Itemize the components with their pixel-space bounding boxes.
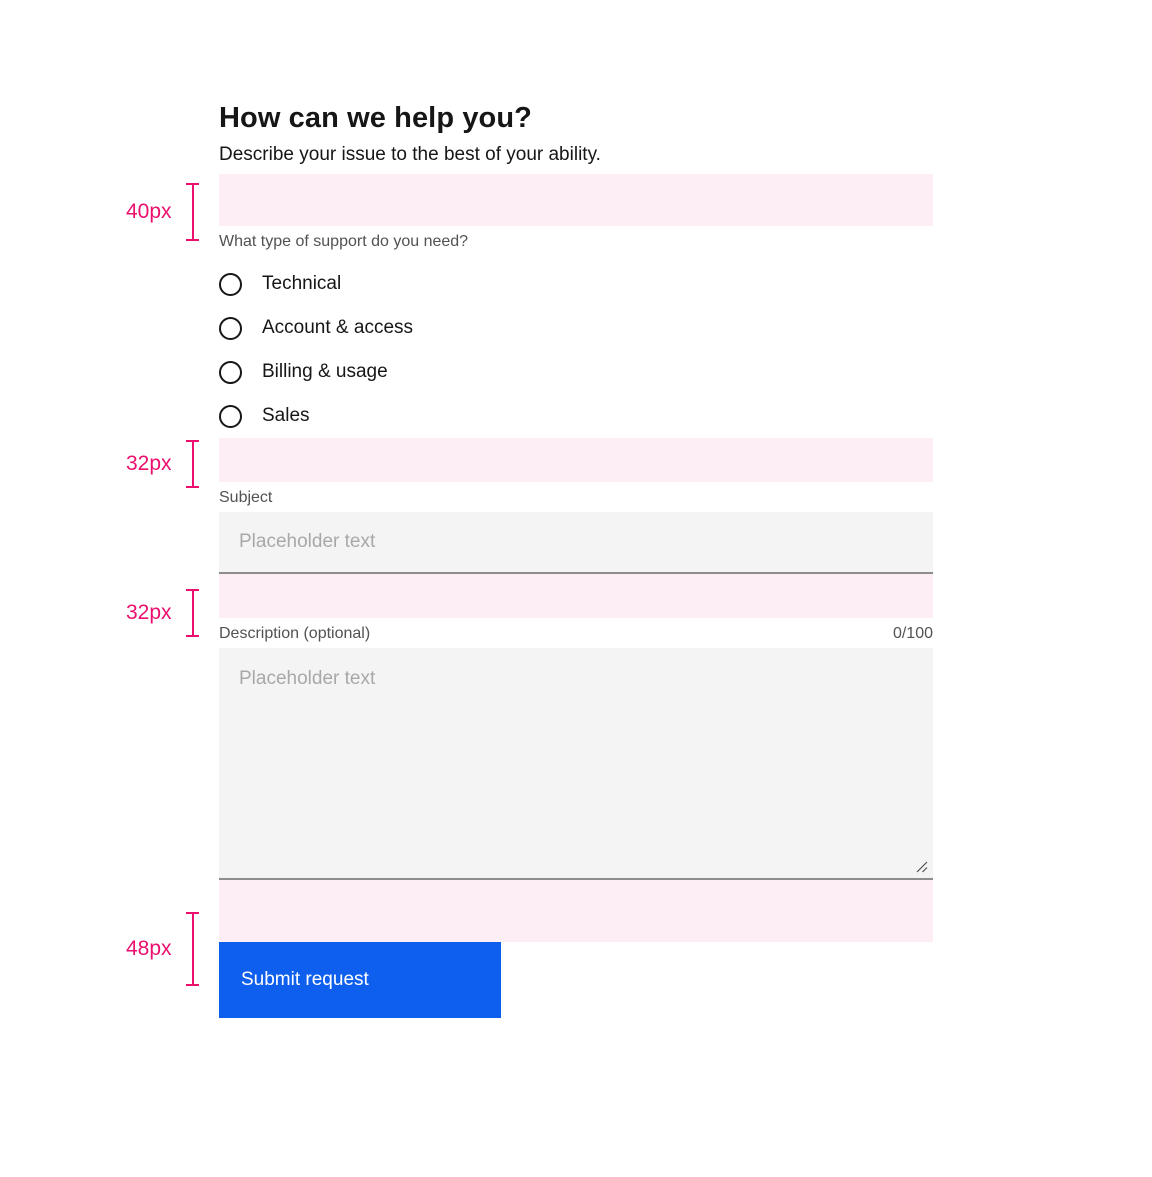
radio-circle-icon [219, 404, 242, 428]
measure-ibeam-icon [185, 183, 199, 241]
annotation-spacer-40: 40px [126, 183, 199, 241]
radio-circle-icon [219, 316, 242, 340]
submit-request-button-label: Submit request [241, 969, 369, 990]
annotation-label: 40px [126, 200, 172, 223]
radio-circle-icon [219, 360, 242, 384]
subject-input[interactable]: Placeholder text [219, 512, 933, 574]
radio-option-account-access[interactable]: Account & access [219, 306, 933, 350]
description-char-counter: 0/100 [892, 625, 933, 642]
annotation-label: 32px [126, 601, 172, 624]
spacer-band-32-description [219, 574, 933, 618]
resize-corner-icon[interactable] [914, 859, 928, 873]
description-field-label: Description (optional) [219, 625, 371, 642]
measure-ibeam-icon [185, 589, 199, 637]
radio-option-billing-usage[interactable]: Billing & usage [219, 350, 933, 394]
radio-option-label: Account & access [262, 317, 414, 338]
measure-ibeam-icon [185, 912, 199, 986]
spacer-band-32-subject [219, 438, 933, 482]
description-textarea-placeholder: Placeholder text [239, 668, 376, 689]
radio-option-label: Sales [262, 405, 310, 426]
spacer-band-40 [219, 174, 933, 226]
annotation-spacer-32-description: 32px [126, 589, 199, 637]
radio-option-label: Billing & usage [262, 361, 388, 382]
annotation-spacer-32-subject: 32px [126, 440, 199, 488]
subject-input-placeholder: Placeholder text [239, 531, 376, 552]
annotation-spacer-48: 48px [126, 912, 199, 986]
submit-request-button[interactable]: Submit request [219, 942, 501, 1018]
annotation-label: 32px [126, 452, 172, 475]
annotation-label: 48px [126, 937, 172, 960]
page-subtitle: Describe your issue to the best of your … [219, 144, 601, 165]
page-title: How can we help you? [219, 102, 532, 134]
support-type-radio-group: Technical Account & access Billing & usa… [219, 256, 933, 438]
radio-option-label: Technical [262, 273, 342, 294]
measure-ibeam-icon [185, 440, 199, 488]
subject-field-label: Subject [219, 489, 273, 506]
radio-group-legend: What type of support do you need? [219, 233, 469, 250]
form-column: How can we help you? Describe your issue… [219, 0, 933, 1018]
radio-option-sales[interactable]: Sales [219, 394, 933, 438]
radio-option-technical[interactable]: Technical [219, 262, 933, 306]
description-textarea[interactable]: Placeholder text [219, 648, 933, 880]
radio-circle-icon [219, 272, 242, 296]
description-label-row: Description (optional) 0/100 [219, 618, 933, 648]
spacer-band-48 [219, 880, 933, 942]
support-request-form-spec: How can we help you? Describe your issue… [0, 0, 1152, 1177]
